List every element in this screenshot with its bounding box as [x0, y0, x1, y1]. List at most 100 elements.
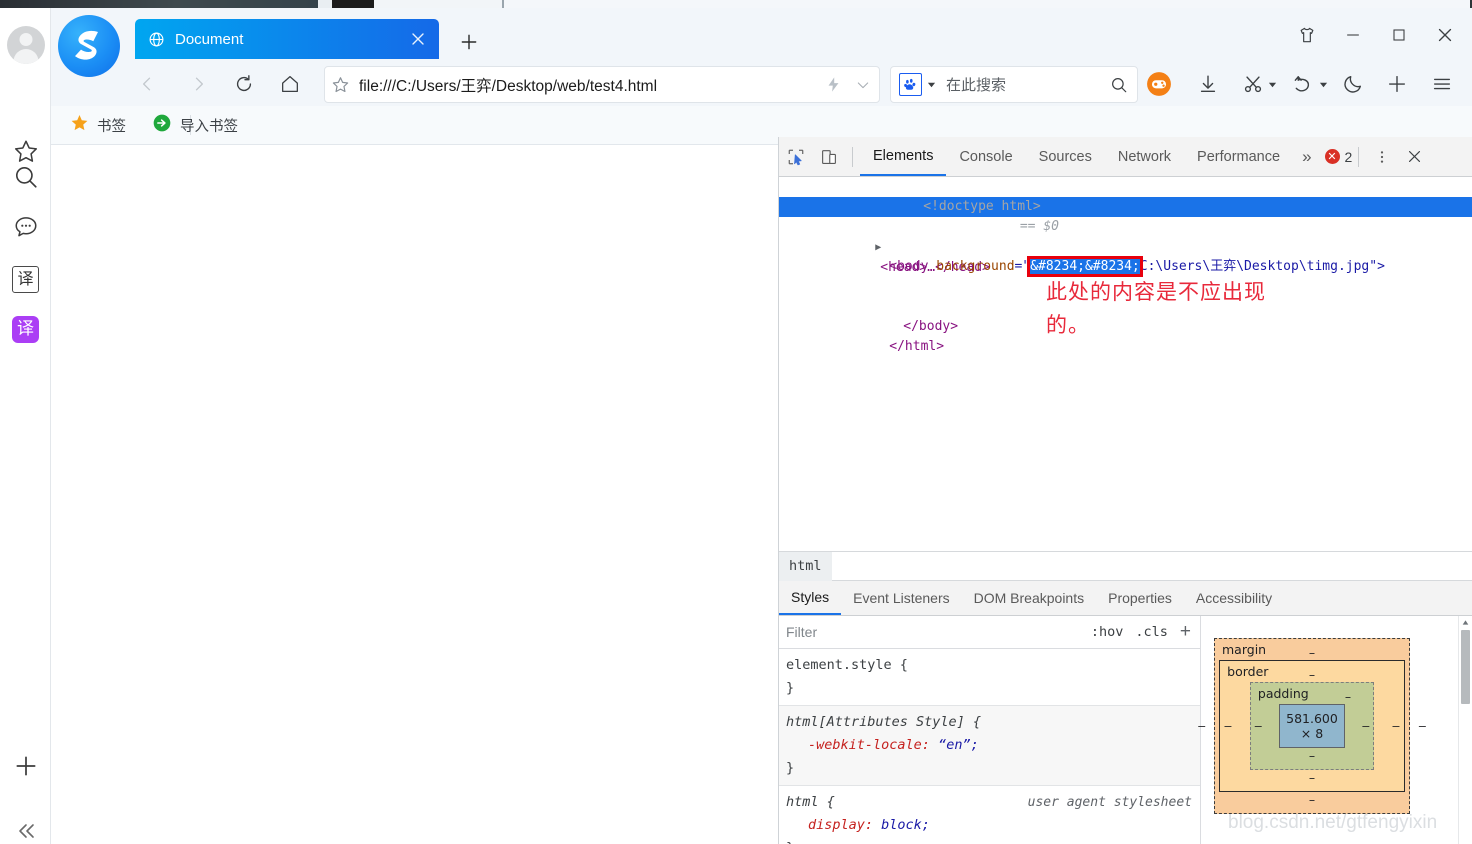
styles-filter-row: Filter :hov .cls +	[779, 616, 1200, 649]
margin-left-value[interactable]: –	[1198, 719, 1205, 733]
chevron-down-icon[interactable]	[847, 77, 879, 93]
reload-icon	[236, 75, 252, 92]
address-bar[interactable]: file:///C:/Users/王弈/Desktop/web/test4.ht…	[324, 66, 880, 103]
box-model-content-size[interactable]: 581.600 × 8	[1279, 704, 1345, 748]
search-submit-icon[interactable]	[1101, 76, 1137, 94]
bookmark-item-favorites[interactable]: 书签	[70, 106, 126, 144]
close-icon	[1409, 150, 1421, 163]
sidebar-item-translate-app[interactable]: 译	[0, 304, 51, 354]
hov-toggle-button[interactable]: :hov	[1091, 624, 1124, 640]
style-rule[interactable]: html { user agent stylesheet display: bl…	[779, 786, 1200, 844]
new-tab-button[interactable]	[456, 29, 482, 55]
sidebar-item-label: 译	[17, 269, 34, 288]
inspect-cursor-icon[interactable]	[779, 138, 812, 176]
annotation-note: 此处的内容是不应出现的。	[1046, 280, 1266, 337]
scroll-up-arrow-icon[interactable]	[1459, 616, 1472, 629]
html-close-tag: </html>	[889, 339, 945, 354]
dom-line-body-open[interactable]: <body background="&#8234;&#8234;C:\Users…	[779, 237, 1472, 277]
declaration-property[interactable]: -webkit-locale:	[786, 737, 930, 753]
border-right-value[interactable]: –	[1388, 719, 1404, 733]
browser-tab-active[interactable]: Document	[135, 19, 439, 59]
breadcrumb-item-html[interactable]: html	[779, 551, 832, 581]
styles-tab-styles[interactable]: Styles	[779, 581, 842, 615]
declaration-property[interactable]: display:	[786, 817, 873, 833]
devtools-toolbar: Elements Console Sources Network Perform…	[779, 137, 1472, 177]
padding-bottom-value[interactable]: –	[1251, 748, 1373, 763]
styles-tab-dom-breakpoints[interactable]: DOM Breakpoints	[962, 581, 1096, 615]
declaration-value[interactable]: block;	[881, 817, 930, 833]
home-button[interactable]	[273, 67, 307, 101]
margin-bottom-value[interactable]: –	[1215, 792, 1409, 807]
styles-tab-event-listeners[interactable]: Event Listeners	[841, 581, 962, 615]
maximize-button[interactable]	[1376, 18, 1422, 52]
minimize-button[interactable]	[1330, 18, 1376, 52]
styles-tab-accessibility[interactable]: Accessibility	[1184, 581, 1284, 615]
sidebar-add-button[interactable]	[0, 743, 51, 793]
add-button[interactable]	[1381, 67, 1413, 101]
plus-icon	[1388, 75, 1406, 93]
devtools-tab-performance[interactable]: Performance	[1184, 137, 1293, 176]
error-count-badge[interactable]: ✕ 2	[1324, 149, 1352, 165]
tab-close-button[interactable]	[405, 26, 431, 52]
border-left-value[interactable]: –	[1220, 719, 1236, 733]
devtools-tab-sources[interactable]: Sources	[1026, 137, 1105, 176]
border-bottom-value[interactable]: –	[1220, 770, 1404, 785]
new-style-rule-button[interactable]: +	[1180, 621, 1191, 643]
forward-button[interactable]	[182, 67, 216, 101]
back-button[interactable]	[130, 67, 164, 101]
padding-left-value[interactable]: –	[1251, 719, 1266, 733]
caret-down-icon[interactable]	[927, 76, 936, 94]
baidu-paw-icon[interactable]	[899, 73, 922, 96]
devtools-tab-elements[interactable]: Elements	[860, 137, 947, 176]
downloads-button[interactable]	[1192, 67, 1224, 101]
menu-button[interactable]	[1426, 67, 1458, 101]
search-input[interactable]: 在此搜索	[946, 74, 1101, 95]
devtools-close-button[interactable]	[1398, 138, 1431, 176]
devtools-tab-network[interactable]: Network	[1105, 137, 1184, 176]
tab-label: Styles	[791, 589, 830, 605]
device-toolbar-icon[interactable]	[812, 138, 845, 176]
styles-filter-input[interactable]: Filter	[786, 624, 1091, 640]
address-bar-url[interactable]: file:///C:/Users/王弈/Desktop/web/test4.ht…	[355, 74, 819, 96]
margin-right-value[interactable]: –	[1419, 719, 1426, 733]
desktop-tile	[374, 0, 502, 8]
screenshot-button[interactable]	[1237, 67, 1281, 101]
sidebar-item-translate[interactable]: 译	[0, 254, 51, 304]
rule-selector[interactable]: html[Attributes Style] {	[786, 711, 1200, 734]
games-button[interactable]	[1142, 67, 1176, 101]
declaration-value[interactable]: “en”;	[938, 737, 979, 753]
rule-selector[interactable]: element.style {	[786, 654, 1200, 677]
style-rule[interactable]: html[Attributes Style] { -webkit-locale:…	[779, 706, 1200, 786]
night-mode-button[interactable]	[1337, 67, 1369, 101]
style-rule[interactable]: element.style { }	[779, 649, 1200, 706]
rule-declaration[interactable]: -webkit-locale: “en”;	[786, 734, 1200, 757]
bookmark-star-icon[interactable]	[325, 75, 355, 94]
sidebar-item-search[interactable]	[0, 154, 51, 204]
reload-button[interactable]	[227, 67, 261, 101]
close-button[interactable]	[1422, 18, 1468, 52]
more-tabs-button[interactable]: »	[1293, 137, 1320, 176]
lightning-icon[interactable]	[819, 76, 847, 93]
border-label: border	[1227, 664, 1269, 679]
restore-button[interactable]	[1288, 67, 1332, 101]
box-model-margin[interactable]: margin – – border – – padding – – 581.60…	[1198, 638, 1426, 814]
search-bar[interactable]: 在此搜索	[890, 66, 1138, 103]
rule-declaration[interactable]: display: block;	[786, 814, 1200, 837]
padding-right-value[interactable]: –	[1359, 719, 1374, 733]
cls-toggle-button[interactable]: .cls	[1135, 624, 1168, 640]
left-sidebar: 译 译	[0, 8, 51, 844]
metrics-scrollbar[interactable]	[1458, 616, 1472, 844]
scrollbar-thumb[interactable]	[1461, 630, 1470, 704]
styles-tab-properties[interactable]: Properties	[1096, 581, 1184, 615]
devtools-tab-console[interactable]: Console	[946, 137, 1025, 176]
dom-line-doctype[interactable]: <!doctype html>	[779, 177, 1472, 214]
devtools-settings-kebab[interactable]	[1365, 138, 1398, 176]
devtools-panel: Elements Console Sources Network Perform…	[778, 137, 1472, 844]
sidebar-item-avatar[interactable]	[0, 20, 51, 70]
bookmark-item-import[interactable]: 导入书签	[152, 106, 238, 144]
sidebar-item-messages[interactable]	[0, 204, 51, 254]
skin-button[interactable]	[1284, 18, 1330, 52]
box-model-border[interactable]: border – – padding – – 581.600 × 8 – – –…	[1219, 660, 1405, 792]
sidebar-collapse-button[interactable]	[0, 808, 51, 844]
box-model-padding[interactable]: padding – – 581.600 × 8 – –	[1249, 682, 1375, 770]
